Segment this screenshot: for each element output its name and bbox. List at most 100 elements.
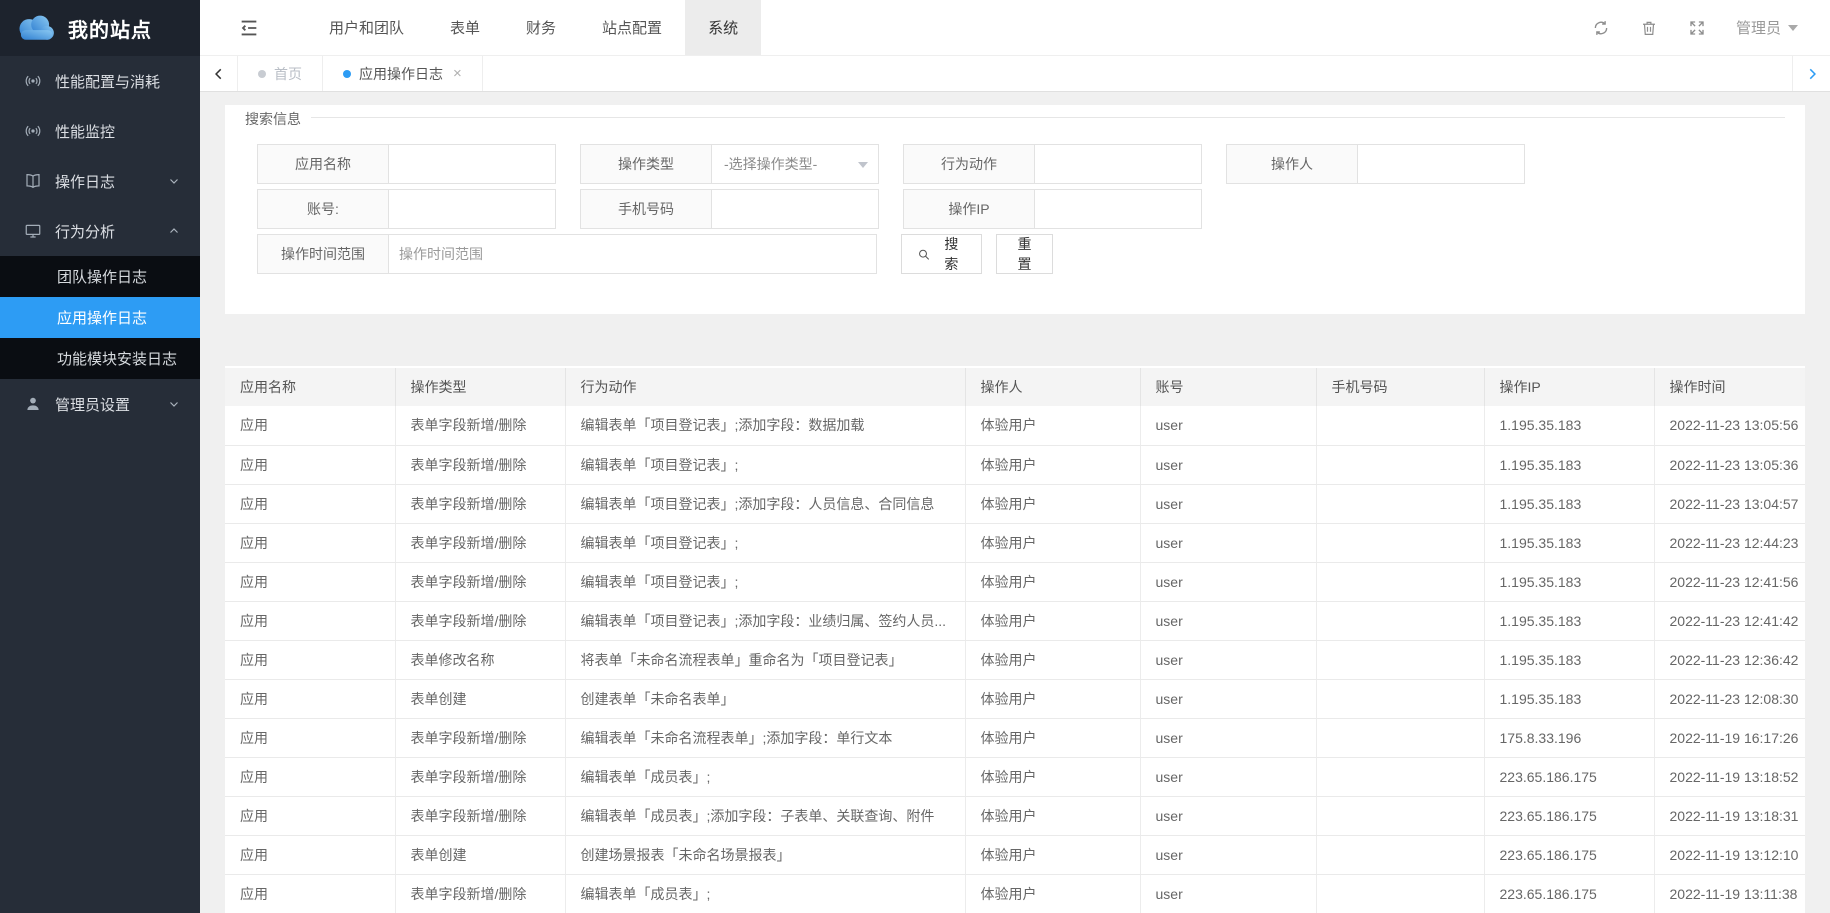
cell-action: 编辑表单「未命名流程表单」;添加字段：单行文本 bbox=[565, 718, 965, 757]
col-header-operator[interactable]: 操作人 bbox=[965, 368, 1140, 406]
table-row[interactable]: 应用 表单字段新增/删除 编辑表单「成员表」; 体验用户 user 223.65… bbox=[225, 757, 1805, 796]
caret-down-icon bbox=[858, 162, 868, 168]
table-row[interactable]: 应用 表单字段新增/删除 编辑表单「成员表」; 体验用户 user 223.65… bbox=[225, 874, 1805, 913]
admin-dropdown[interactable]: 管理员 bbox=[1736, 17, 1798, 38]
col-header-phone[interactable]: 手机号码 bbox=[1316, 368, 1484, 406]
sidebar-item-behavior-analysis[interactable]: 行为分析 bbox=[0, 206, 200, 256]
cell-app-name: 应用 bbox=[225, 523, 395, 562]
table-row[interactable]: 应用 表单创建 创建场景报表「未命名场景报表」 体验用户 user 223.65… bbox=[225, 835, 1805, 874]
cell-app-name: 应用 bbox=[225, 757, 395, 796]
cell-account: user bbox=[1140, 679, 1316, 718]
tab-app-operation-log[interactable]: 应用操作日志 × bbox=[323, 56, 483, 91]
menu-toggle-icon[interactable] bbox=[238, 17, 260, 39]
col-header-action[interactable]: 行为动作 bbox=[565, 368, 965, 406]
cell-ip: 1.195.35.183 bbox=[1484, 640, 1654, 679]
cell-phone bbox=[1316, 757, 1484, 796]
cell-ip: 1.195.35.183 bbox=[1484, 601, 1654, 640]
table-row[interactable]: 应用 表单字段新增/删除 编辑表单「项目登记表」; 体验用户 user 1.19… bbox=[225, 523, 1805, 562]
tab-dot-icon bbox=[343, 70, 351, 78]
time-range-input[interactable] bbox=[388, 234, 877, 274]
top-nav-items: 用户和团队 表单 财务 站点配置 系统 bbox=[306, 0, 761, 55]
search-button[interactable]: 搜 索 bbox=[901, 234, 982, 274]
cell-phone bbox=[1316, 835, 1484, 874]
nav-item-users-teams[interactable]: 用户和团队 bbox=[306, 0, 427, 55]
col-header-app-name[interactable]: 应用名称 bbox=[225, 368, 395, 406]
op-type-select[interactable]: -选择操作类型- bbox=[711, 144, 879, 184]
cell-action: 编辑表单「成员表」; bbox=[565, 874, 965, 913]
phone-input[interactable] bbox=[711, 189, 879, 229]
sidebar-item-performance-monitor[interactable]: 性能监控 bbox=[0, 106, 200, 156]
cell-time: 2022-11-19 13:18:52 bbox=[1654, 757, 1805, 796]
cell-operator: 体验用户 bbox=[965, 679, 1140, 718]
col-header-account[interactable]: 账号 bbox=[1140, 368, 1316, 406]
cell-time: 2022-11-23 12:08:30 bbox=[1654, 679, 1805, 718]
cell-app-name: 应用 bbox=[225, 601, 395, 640]
chevron-down-icon bbox=[168, 398, 180, 410]
sidebar-subitem-app-operation-log[interactable]: 应用操作日志 bbox=[0, 297, 200, 338]
sidebar-subitem-module-install-log[interactable]: 功能模块安装日志 bbox=[0, 338, 200, 379]
cell-time: 2022-11-19 13:11:38 bbox=[1654, 874, 1805, 913]
nav-item-finance[interactable]: 财务 bbox=[503, 0, 579, 55]
tab-home[interactable]: 首页 bbox=[238, 56, 323, 91]
search-button-label: 搜 索 bbox=[937, 234, 966, 274]
table-row[interactable]: 应用 表单字段新增/删除 编辑表单「项目登记表」;添加字段：数据加载 体验用户 … bbox=[225, 406, 1805, 445]
table-row[interactable]: 应用 表单字段新增/删除 编辑表单「未命名流程表单」;添加字段：单行文本 体验用… bbox=[225, 718, 1805, 757]
refresh-icon[interactable] bbox=[1592, 19, 1610, 37]
col-header-ip[interactable]: 操作IP bbox=[1484, 368, 1654, 406]
nav-item-system[interactable]: 系统 bbox=[685, 0, 761, 55]
table-row[interactable]: 应用 表单字段新增/删除 编辑表单「项目登记表」; 体验用户 user 1.19… bbox=[225, 445, 1805, 484]
action-input[interactable] bbox=[1034, 144, 1202, 184]
nav-item-forms[interactable]: 表单 bbox=[427, 0, 503, 55]
sidebar-item-performance-config[interactable]: 性能配置与消耗 bbox=[0, 56, 200, 106]
cell-ip: 223.65.186.175 bbox=[1484, 835, 1654, 874]
ip-input[interactable] bbox=[1034, 189, 1202, 229]
table-toolbar bbox=[225, 322, 1805, 368]
fullscreen-icon[interactable] bbox=[1688, 19, 1706, 37]
table-body: 应用 表单字段新增/删除 编辑表单「项目登记表」;添加字段：数据加载 体验用户 … bbox=[225, 406, 1805, 913]
table-row[interactable]: 应用 表单修改名称 将表单「未命名流程表单」重命名为「项目登记表」 体验用户 u… bbox=[225, 640, 1805, 679]
cell-op-type: 表单字段新增/删除 bbox=[395, 796, 565, 835]
app-name-input[interactable] bbox=[388, 144, 556, 184]
table-row[interactable]: 应用 表单字段新增/删除 编辑表单「项目登记表」; 体验用户 user 1.19… bbox=[225, 562, 1805, 601]
sidebar-subitem-team-operation-log[interactable]: 团队操作日志 bbox=[0, 256, 200, 297]
cell-operator: 体验用户 bbox=[965, 445, 1140, 484]
app-name-field-group: 应用名称 bbox=[257, 144, 556, 184]
table-row[interactable]: 应用 表单字段新增/删除 编辑表单「项目登记表」;添加字段：业绩归属、签约人员.… bbox=[225, 601, 1805, 640]
sidebar-item-admin-settings[interactable]: 管理员设置 bbox=[0, 379, 200, 429]
reset-button[interactable]: 重置 bbox=[996, 234, 1053, 274]
cell-phone bbox=[1316, 406, 1484, 445]
tab-label: 应用操作日志 bbox=[359, 64, 443, 84]
nav-item-site-config[interactable]: 站点配置 bbox=[579, 0, 685, 55]
cell-op-type: 表单字段新增/删除 bbox=[395, 601, 565, 640]
monitor-icon bbox=[24, 222, 42, 240]
cell-ip: 1.195.35.183 bbox=[1484, 406, 1654, 445]
cell-phone bbox=[1316, 523, 1484, 562]
cell-ip: 1.195.35.183 bbox=[1484, 523, 1654, 562]
time-range-field-group: 操作时间范围 bbox=[257, 234, 877, 274]
col-header-time[interactable]: 操作时间 bbox=[1654, 368, 1805, 406]
operator-input[interactable] bbox=[1357, 144, 1525, 184]
tab-scroll-right-button[interactable] bbox=[1792, 56, 1830, 91]
cell-phone bbox=[1316, 796, 1484, 835]
sidebar-item-operation-logs[interactable]: 操作日志 bbox=[0, 156, 200, 206]
cell-op-type: 表单字段新增/删除 bbox=[395, 445, 565, 484]
account-input[interactable] bbox=[388, 189, 556, 229]
table-row[interactable]: 应用 表单字段新增/删除 编辑表单「成员表」;添加字段：子表单、关联查询、附件 … bbox=[225, 796, 1805, 835]
reset-button-label: 重置 bbox=[1012, 234, 1037, 274]
app-name-label: 应用名称 bbox=[257, 144, 388, 184]
table-row[interactable]: 应用 表单创建 创建表单「未命名表单」 体验用户 user 1.195.35.1… bbox=[225, 679, 1805, 718]
tab-scroll-left-button[interactable] bbox=[200, 56, 238, 91]
app-root: 我的站点 性能配置与消耗 性能监控 操 bbox=[0, 0, 1830, 913]
cell-ip: 1.195.35.183 bbox=[1484, 445, 1654, 484]
col-header-op-type[interactable]: 操作类型 bbox=[395, 368, 565, 406]
cell-app-name: 应用 bbox=[225, 874, 395, 913]
trash-icon[interactable] bbox=[1640, 19, 1658, 37]
sidebar-nav: 性能配置与消耗 性能监控 操作日志 行为分析 bbox=[0, 56, 200, 429]
sidebar: 我的站点 性能配置与消耗 性能监控 操 bbox=[0, 0, 200, 913]
close-icon[interactable]: × bbox=[453, 65, 462, 82]
table-row[interactable]: 应用 表单字段新增/删除 编辑表单「项目登记表」;添加字段：人员信息、合同信息 … bbox=[225, 484, 1805, 523]
tab-bar: 首页 应用操作日志 × bbox=[200, 56, 1830, 92]
caret-down-icon bbox=[1788, 25, 1798, 31]
op-type-label: 操作类型 bbox=[580, 144, 711, 184]
cell-app-name: 应用 bbox=[225, 718, 395, 757]
